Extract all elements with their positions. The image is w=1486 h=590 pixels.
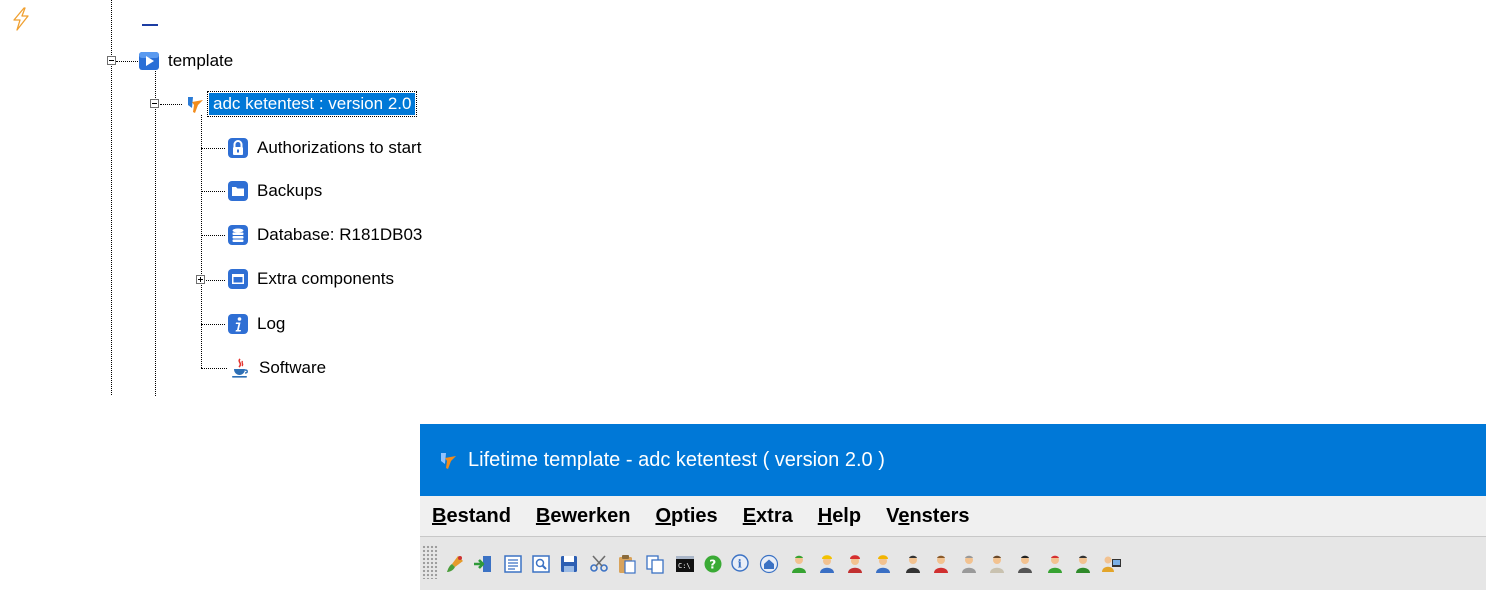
tree-node-backups[interactable]: Backups bbox=[227, 180, 322, 202]
list-icon[interactable] bbox=[502, 553, 524, 575]
menu-bar: Bestand Bewerken Opties Extra Help Venst… bbox=[420, 496, 1486, 536]
toolbar-grip[interactable] bbox=[422, 545, 438, 579]
user-black-icon[interactable] bbox=[1014, 553, 1036, 575]
toolbar: C:\ ? i bbox=[420, 536, 1486, 590]
user-worker-icon[interactable] bbox=[816, 553, 838, 575]
tree-node-app[interactable]: adc ketentest : version 2.0 bbox=[183, 91, 418, 117]
svg-text:i: i bbox=[738, 558, 742, 571]
save-icon[interactable] bbox=[558, 553, 580, 575]
tree-node-label: Log bbox=[257, 314, 286, 333]
menu-bestand[interactable]: Bestand bbox=[432, 505, 511, 528]
tree-node-software[interactable]: Software bbox=[229, 357, 326, 379]
user-grey-icon[interactable] bbox=[958, 553, 980, 575]
menu-help[interactable]: Help bbox=[818, 505, 861, 528]
database-icon bbox=[228, 225, 248, 245]
tree-node-label: template bbox=[168, 51, 234, 70]
user-green-red-icon[interactable] bbox=[1044, 553, 1066, 575]
lifetime-logo-icon bbox=[441, 453, 456, 469]
cut-icon[interactable] bbox=[588, 553, 610, 575]
lock-icon bbox=[228, 138, 248, 158]
window-icon bbox=[228, 269, 248, 289]
tree-node-label: Backups bbox=[257, 181, 323, 200]
tree-node-template[interactable]: template bbox=[138, 50, 233, 72]
play-folder-icon bbox=[139, 52, 159, 70]
menu-extra[interactable]: Extra bbox=[743, 505, 793, 528]
svg-text:?: ? bbox=[709, 558, 716, 572]
project-tree: template adc ketentest : version 2.0 Aut… bbox=[0, 0, 560, 400]
tree-node-extra-components[interactable]: Extra components bbox=[227, 268, 394, 290]
tree-node-label: adc ketentest : version 2.0 bbox=[206, 91, 418, 117]
paint-brush-icon[interactable] bbox=[444, 553, 466, 575]
tree-scroll-marker bbox=[142, 24, 158, 26]
collapse-toggle[interactable] bbox=[107, 56, 116, 65]
user-green-icon[interactable] bbox=[788, 553, 810, 575]
tree-line bbox=[155, 71, 156, 396]
user-computer-icon[interactable] bbox=[1100, 553, 1122, 575]
menu-vensters[interactable]: Vensters bbox=[886, 505, 969, 528]
info-icon bbox=[228, 314, 248, 334]
tree-line bbox=[201, 115, 202, 368]
tree-node-label: Authorizations to start bbox=[257, 138, 422, 157]
preview-icon[interactable] bbox=[530, 553, 552, 575]
user-red-icon[interactable] bbox=[930, 553, 952, 575]
folder-icon bbox=[228, 181, 248, 201]
lifetime-logo-icon bbox=[188, 97, 203, 113]
user-green-dark-icon[interactable] bbox=[1072, 553, 1094, 575]
app-window: Lifetime template - adc ketentest ( vers… bbox=[420, 424, 1486, 590]
copy-icon[interactable] bbox=[644, 553, 666, 575]
user-beige-icon[interactable] bbox=[986, 553, 1008, 575]
tree-node-log[interactable]: Log bbox=[227, 313, 285, 335]
tree-node-authorizations[interactable]: Authorizations to start bbox=[227, 137, 421, 159]
home-icon[interactable] bbox=[758, 553, 780, 575]
info-icon[interactable]: i bbox=[730, 553, 752, 575]
user-red-hat-icon[interactable] bbox=[844, 553, 866, 575]
tree-node-database[interactable]: Database: R181DB03 bbox=[227, 224, 422, 246]
tree-node-label: Software bbox=[259, 358, 327, 377]
paste-icon[interactable] bbox=[616, 553, 638, 575]
title-bar[interactable]: Lifetime template - adc ketentest ( vers… bbox=[420, 424, 1486, 496]
tree-node-label: Extra components bbox=[257, 269, 395, 288]
java-icon bbox=[232, 358, 248, 378]
menu-bewerken[interactable]: Bewerken bbox=[536, 505, 631, 528]
expand-toggle[interactable] bbox=[196, 275, 205, 284]
help-icon[interactable]: ? bbox=[702, 553, 724, 575]
exit-door-icon[interactable] bbox=[472, 553, 494, 575]
user-yellow-hat-icon[interactable] bbox=[872, 553, 894, 575]
user-dark-icon[interactable] bbox=[902, 553, 924, 575]
tree-node-label: Database: R181DB03 bbox=[257, 225, 423, 244]
collapse-toggle[interactable] bbox=[150, 99, 159, 108]
window-title: Lifetime template - adc ketentest ( vers… bbox=[468, 448, 885, 471]
menu-opties[interactable]: Opties bbox=[655, 505, 717, 528]
console-icon[interactable]: C:\ bbox=[674, 553, 696, 575]
svg-text:C:\: C:\ bbox=[678, 562, 691, 570]
